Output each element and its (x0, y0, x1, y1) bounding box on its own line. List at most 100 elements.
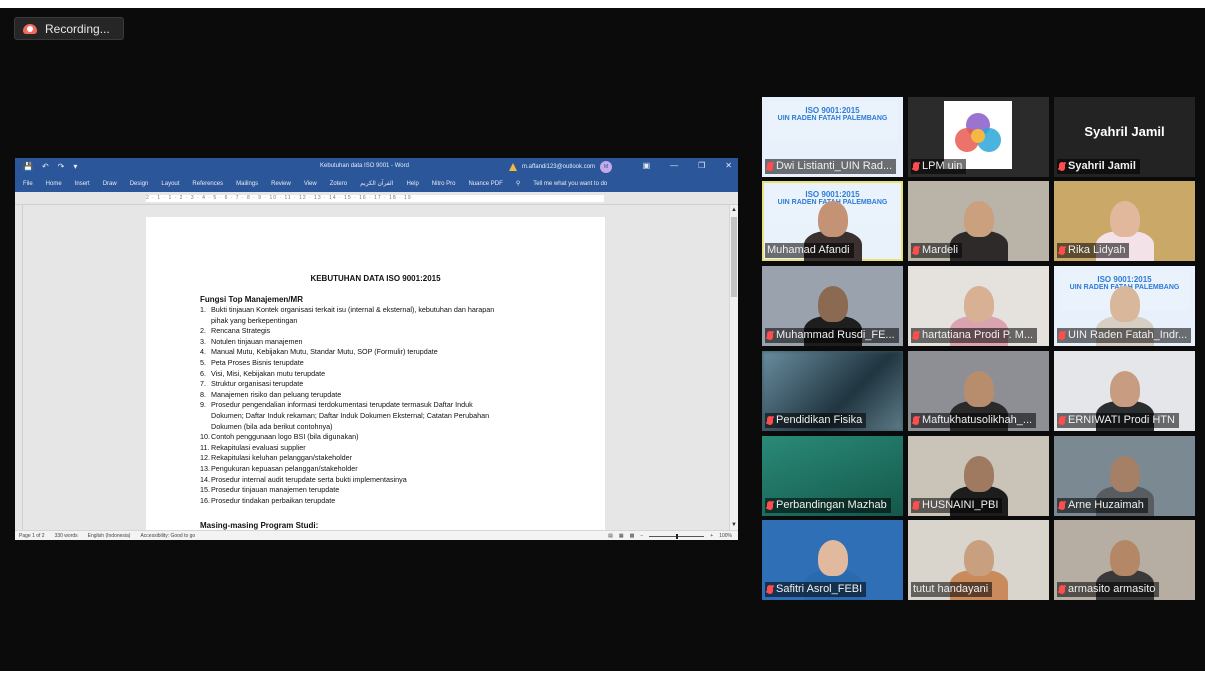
list-item: 2. Rencana Strategis (200, 326, 560, 337)
list-text: Prosedur tindakan perbaikan terupdate (211, 495, 336, 505)
participant-name: Perbandingan Mazhab (776, 499, 887, 511)
participant-name-label: Rika Lidyah (1057, 243, 1130, 258)
participant-tile[interactable]: ISO 9001:2015UIN RADEN FATAH PALEMBANGMu… (762, 181, 903, 261)
list-number: 8. (200, 389, 206, 399)
list-number (200, 422, 211, 433)
muted-mic-icon (767, 331, 773, 340)
participant-tile[interactable]: Muhammad Rusdi_FE... (762, 266, 903, 346)
scroll-up-icon[interactable]: ▲ (731, 207, 737, 213)
accessibility-status[interactable]: Accessibility: Good to go (140, 533, 195, 539)
muted-mic-icon (1059, 585, 1065, 594)
participant-tile[interactable]: ISO 9001:2015UIN RADEN FATAH PALEMBANGUI… (1054, 266, 1195, 346)
tab-zotero[interactable]: Zotero (330, 181, 347, 187)
document-title: Kebutuhan data ISO 9001 - Word (320, 163, 409, 169)
vertical-scrollbar[interactable]: ▲ ▼ (729, 205, 738, 530)
minimize-icon[interactable]: — (670, 161, 678, 170)
participant-tile[interactable]: Safitri Asrol_FEBI (762, 520, 903, 600)
tab-nuance-pdf[interactable]: Nuance PDF (468, 181, 502, 187)
tab-help[interactable]: Help (406, 181, 418, 187)
document-page[interactable]: KEBUTUHAN DATA ISO 9001:2015 Fungsi Top … (146, 217, 605, 537)
list-number: 11. (200, 442, 210, 452)
participant-face (964, 371, 994, 407)
tab-references[interactable]: References (192, 181, 223, 187)
participant-tile[interactable]: Perbandingan Mazhab (762, 436, 903, 516)
list-text: Prosedur tinjauan manajemen terupdate (211, 485, 340, 495)
print-layout-icon[interactable]: ▦ (619, 533, 624, 539)
zoom-out-icon[interactable]: − (640, 533, 643, 539)
participant-display-name: Syahril Jamil (1084, 123, 1165, 139)
list-item: 9. Prosedur pengendalian informasi terdok… (200, 400, 560, 411)
page-count[interactable]: Page 1 of 2 (19, 533, 45, 539)
participant-tile[interactable]: LPM uin (908, 97, 1049, 177)
participant-tile[interactable]: Syahril Jamil Syahril Jamil (1054, 97, 1195, 177)
tab-view[interactable]: View (304, 181, 317, 187)
tab-insert[interactable]: Insert (75, 181, 90, 187)
account-avatar[interactable]: M (600, 161, 613, 173)
list-item: pihak yang berkepentingan (200, 316, 560, 327)
list-item: 4. Manual Mutu, Kebijakan Mutu, Standar M… (200, 347, 560, 358)
list-item: 8. Manajemen risiko dan peluang terupdate (200, 390, 560, 401)
tab-quran[interactable]: القرآن الكريم (360, 180, 393, 187)
muted-mic-icon (767, 501, 773, 510)
list-item: 1. Bukti tinjauan Kontek organisasi terka… (200, 305, 560, 316)
muted-mic-icon (767, 162, 773, 171)
participant-tile[interactable]: tutut handayani (908, 520, 1049, 600)
participant-name: HUSNAINI_PBI (922, 499, 999, 511)
participant-tile[interactable]: hartatiana Prodi P. M... (908, 266, 1049, 346)
tab-draw[interactable]: Draw (103, 181, 117, 187)
tab-review[interactable]: Review (271, 181, 291, 187)
list-text: Pengukuran kepuasan pelanggan/stakeholde… (211, 463, 358, 473)
zoom-level[interactable]: 100% (719, 533, 732, 539)
vertical-ruler[interactable] (15, 205, 23, 530)
participant-tile[interactable]: Mardeli (908, 181, 1049, 261)
participant-name-label: HUSNAINI_PBI (911, 498, 1003, 513)
account-email[interactable]: m.affandi123@outlook.com (522, 164, 595, 170)
ruler-scale: 2 · 1 · 1 · 2 · 3 · 4 · 5 · 6 · 7 · 8 · … (146, 195, 604, 202)
muted-mic-icon (913, 162, 919, 171)
zoom-slider[interactable] (649, 533, 705, 539)
tell-me-search[interactable]: Tell me what you want to do (533, 181, 607, 187)
participant-tile[interactable]: armasito armasito (1054, 520, 1195, 600)
tab-home[interactable]: Home (46, 181, 62, 187)
participant-tile[interactable]: ERNIWATI Prodi HTN (1054, 351, 1195, 431)
participant-tile[interactable]: HUSNAINI_PBI (908, 436, 1049, 516)
ribbon-display-icon[interactable]: ▣ (643, 161, 651, 170)
tab-design[interactable]: Design (130, 181, 149, 187)
horizontal-ruler[interactable]: 2 · 1 · 1 · 2 · 3 · 4 · 5 · 6 · 7 · 8 · … (15, 192, 738, 205)
list-text: Rekapitulasi evaluasi supplier (211, 442, 306, 452)
restore-icon[interactable]: ❐ (698, 161, 705, 170)
participant-name: Safitri Asrol_FEBI (776, 583, 863, 595)
list-item: 13. Pengukuran kepuasan pelanggan/stakeho… (200, 464, 560, 475)
tab-mailings[interactable]: Mailings (236, 181, 258, 187)
tab-file[interactable]: File (23, 181, 33, 187)
close-icon[interactable]: ✕ (725, 161, 732, 170)
recording-indicator[interactable]: Recording... (14, 17, 124, 40)
participant-tile[interactable]: Arne Huzaimah (1054, 436, 1195, 516)
zoom-in-icon[interactable]: + (710, 533, 713, 539)
web-layout-icon[interactable]: ▩ (630, 533, 635, 539)
read-mode-icon[interactable]: ▤ (608, 533, 613, 539)
scroll-thumb[interactable] (731, 217, 737, 297)
save-icon[interactable]: 💾 (23, 162, 33, 171)
undo-icon[interactable]: ↶ (42, 162, 49, 171)
slide-title: ISO 9001:2015 (805, 106, 860, 115)
participant-tile[interactable]: ISO 9001:2015 UIN RADEN FATAH PALEMBANG Dw… (762, 97, 903, 177)
zoom-meeting-window: Recording... 💾 ↶ ↷ ▾ Kebutuhan data ISO … (0, 0, 1205, 683)
language-status[interactable]: English (Indonesia) (88, 533, 131, 539)
list-text: Prosedur internal audit terupdate serta … (211, 474, 407, 484)
participant-face (818, 540, 848, 576)
list-number: 4. (200, 347, 206, 357)
word-count[interactable]: 330 words (55, 533, 78, 539)
qat-customize-icon[interactable]: ▾ (73, 162, 77, 171)
tab-layout[interactable]: Layout (161, 181, 179, 187)
muted-mic-icon (767, 585, 773, 594)
scroll-down-icon[interactable]: ▼ (731, 522, 737, 528)
participant-tile[interactable]: Rika Lidyah (1054, 181, 1195, 261)
redo-icon[interactable]: ↷ (58, 162, 65, 171)
participant-tile[interactable]: Maftukhatusolikhah_... (908, 351, 1049, 431)
tab-nitro-pro[interactable]: Nitro Pro (432, 181, 456, 187)
participant-tile[interactable]: Pendidikan Fisika (762, 351, 903, 431)
recording-label: Recording... (45, 21, 110, 36)
list-text: Peta Proses Bisnis terupdate (211, 357, 304, 367)
warning-icon[interactable] (509, 163, 517, 171)
